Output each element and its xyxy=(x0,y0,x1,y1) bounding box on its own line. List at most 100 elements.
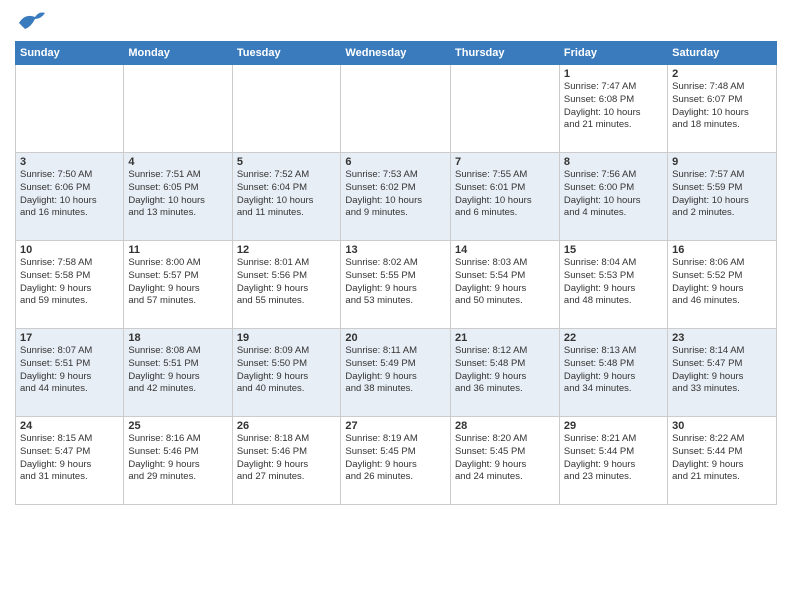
day-info: Sunrise: 8:13 AM Sunset: 5:48 PM Dayligh… xyxy=(564,345,663,396)
day-info: Sunrise: 8:20 AM Sunset: 5:45 PM Dayligh… xyxy=(455,433,555,484)
day-info: Sunrise: 7:48 AM Sunset: 6:07 PM Dayligh… xyxy=(672,81,772,132)
day-info: Sunrise: 8:15 AM Sunset: 5:47 PM Dayligh… xyxy=(20,433,119,484)
calendar-cell: 12Sunrise: 8:01 AM Sunset: 5:56 PM Dayli… xyxy=(232,241,341,329)
calendar-cell: 16Sunrise: 8:06 AM Sunset: 5:52 PM Dayli… xyxy=(668,241,777,329)
day-number: 9 xyxy=(672,156,772,168)
day-number: 22 xyxy=(564,332,663,344)
day-info: Sunrise: 8:09 AM Sunset: 5:50 PM Dayligh… xyxy=(237,345,337,396)
day-number: 26 xyxy=(237,420,337,432)
day-number: 12 xyxy=(237,244,337,256)
calendar-cell: 26Sunrise: 8:18 AM Sunset: 5:46 PM Dayli… xyxy=(232,417,341,505)
day-info: Sunrise: 7:55 AM Sunset: 6:01 PM Dayligh… xyxy=(455,169,555,220)
calendar-week-row: 3Sunrise: 7:50 AM Sunset: 6:06 PM Daylig… xyxy=(16,153,777,241)
weekday-header-wednesday: Wednesday xyxy=(341,42,451,65)
day-info: Sunrise: 8:01 AM Sunset: 5:56 PM Dayligh… xyxy=(237,257,337,308)
day-info: Sunrise: 8:00 AM Sunset: 5:57 PM Dayligh… xyxy=(128,257,227,308)
day-number: 7 xyxy=(455,156,555,168)
calendar-week-row: 17Sunrise: 8:07 AM Sunset: 5:51 PM Dayli… xyxy=(16,329,777,417)
weekday-header-saturday: Saturday xyxy=(668,42,777,65)
calendar-cell: 17Sunrise: 8:07 AM Sunset: 5:51 PM Dayli… xyxy=(16,329,124,417)
day-number: 25 xyxy=(128,420,227,432)
calendar-week-row: 10Sunrise: 7:58 AM Sunset: 5:58 PM Dayli… xyxy=(16,241,777,329)
day-number: 23 xyxy=(672,332,772,344)
calendar-cell: 5Sunrise: 7:52 AM Sunset: 6:04 PM Daylig… xyxy=(232,153,341,241)
calendar-cell: 4Sunrise: 7:51 AM Sunset: 6:05 PM Daylig… xyxy=(124,153,232,241)
day-number: 5 xyxy=(237,156,337,168)
day-number: 1 xyxy=(564,68,663,80)
day-number: 20 xyxy=(345,332,446,344)
day-number: 10 xyxy=(20,244,119,256)
day-number: 18 xyxy=(128,332,227,344)
calendar-cell: 24Sunrise: 8:15 AM Sunset: 5:47 PM Dayli… xyxy=(16,417,124,505)
calendar-cell: 15Sunrise: 8:04 AM Sunset: 5:53 PM Dayli… xyxy=(559,241,667,329)
calendar-cell xyxy=(451,65,560,153)
calendar-cell: 18Sunrise: 8:08 AM Sunset: 5:51 PM Dayli… xyxy=(124,329,232,417)
day-number: 28 xyxy=(455,420,555,432)
calendar-cell: 25Sunrise: 8:16 AM Sunset: 5:46 PM Dayli… xyxy=(124,417,232,505)
day-info: Sunrise: 7:50 AM Sunset: 6:06 PM Dayligh… xyxy=(20,169,119,220)
calendar-cell: 22Sunrise: 8:13 AM Sunset: 5:48 PM Dayli… xyxy=(559,329,667,417)
logo xyxy=(15,18,47,37)
calendar-cell: 13Sunrise: 8:02 AM Sunset: 5:55 PM Dayli… xyxy=(341,241,451,329)
day-number: 15 xyxy=(564,244,663,256)
weekday-header-monday: Monday xyxy=(124,42,232,65)
calendar-cell: 7Sunrise: 7:55 AM Sunset: 6:01 PM Daylig… xyxy=(451,153,560,241)
calendar-week-row: 1Sunrise: 7:47 AM Sunset: 6:08 PM Daylig… xyxy=(16,65,777,153)
day-info: Sunrise: 8:08 AM Sunset: 5:51 PM Dayligh… xyxy=(128,345,227,396)
day-info: Sunrise: 7:51 AM Sunset: 6:05 PM Dayligh… xyxy=(128,169,227,220)
day-info: Sunrise: 8:19 AM Sunset: 5:45 PM Dayligh… xyxy=(345,433,446,484)
weekday-header-tuesday: Tuesday xyxy=(232,42,341,65)
day-info: Sunrise: 8:02 AM Sunset: 5:55 PM Dayligh… xyxy=(345,257,446,308)
day-info: Sunrise: 8:16 AM Sunset: 5:46 PM Dayligh… xyxy=(128,433,227,484)
header xyxy=(15,10,777,37)
day-info: Sunrise: 8:03 AM Sunset: 5:54 PM Dayligh… xyxy=(455,257,555,308)
day-info: Sunrise: 7:58 AM Sunset: 5:58 PM Dayligh… xyxy=(20,257,119,308)
calendar-cell: 9Sunrise: 7:57 AM Sunset: 5:59 PM Daylig… xyxy=(668,153,777,241)
day-info: Sunrise: 7:57 AM Sunset: 5:59 PM Dayligh… xyxy=(672,169,772,220)
day-info: Sunrise: 8:22 AM Sunset: 5:44 PM Dayligh… xyxy=(672,433,772,484)
calendar-cell: 29Sunrise: 8:21 AM Sunset: 5:44 PM Dayli… xyxy=(559,417,667,505)
day-number: 30 xyxy=(672,420,772,432)
calendar-cell: 10Sunrise: 7:58 AM Sunset: 5:58 PM Dayli… xyxy=(16,241,124,329)
day-number: 2 xyxy=(672,68,772,80)
logo-bird-icon xyxy=(17,9,47,37)
weekday-header-row: SundayMondayTuesdayWednesdayThursdayFrid… xyxy=(16,42,777,65)
calendar-cell xyxy=(16,65,124,153)
day-info: Sunrise: 7:47 AM Sunset: 6:08 PM Dayligh… xyxy=(564,81,663,132)
day-number: 6 xyxy=(345,156,446,168)
calendar-cell: 1Sunrise: 7:47 AM Sunset: 6:08 PM Daylig… xyxy=(559,65,667,153)
day-info: Sunrise: 7:52 AM Sunset: 6:04 PM Dayligh… xyxy=(237,169,337,220)
weekday-header-friday: Friday xyxy=(559,42,667,65)
calendar-table: SundayMondayTuesdayWednesdayThursdayFrid… xyxy=(15,41,777,505)
day-info: Sunrise: 8:12 AM Sunset: 5:48 PM Dayligh… xyxy=(455,345,555,396)
day-number: 27 xyxy=(345,420,446,432)
calendar-cell: 3Sunrise: 7:50 AM Sunset: 6:06 PM Daylig… xyxy=(16,153,124,241)
day-number: 3 xyxy=(20,156,119,168)
day-info: Sunrise: 7:56 AM Sunset: 6:00 PM Dayligh… xyxy=(564,169,663,220)
calendar-cell: 23Sunrise: 8:14 AM Sunset: 5:47 PM Dayli… xyxy=(668,329,777,417)
calendar-cell: 28Sunrise: 8:20 AM Sunset: 5:45 PM Dayli… xyxy=(451,417,560,505)
day-number: 14 xyxy=(455,244,555,256)
calendar-cell: 19Sunrise: 8:09 AM Sunset: 5:50 PM Dayli… xyxy=(232,329,341,417)
calendar-cell: 21Sunrise: 8:12 AM Sunset: 5:48 PM Dayli… xyxy=(451,329,560,417)
calendar-cell: 6Sunrise: 7:53 AM Sunset: 6:02 PM Daylig… xyxy=(341,153,451,241)
day-number: 21 xyxy=(455,332,555,344)
day-number: 11 xyxy=(128,244,227,256)
day-info: Sunrise: 8:11 AM Sunset: 5:49 PM Dayligh… xyxy=(345,345,446,396)
weekday-header-thursday: Thursday xyxy=(451,42,560,65)
calendar-cell: 20Sunrise: 8:11 AM Sunset: 5:49 PM Dayli… xyxy=(341,329,451,417)
day-number: 13 xyxy=(345,244,446,256)
calendar-cell: 30Sunrise: 8:22 AM Sunset: 5:44 PM Dayli… xyxy=(668,417,777,505)
calendar-cell: 11Sunrise: 8:00 AM Sunset: 5:57 PM Dayli… xyxy=(124,241,232,329)
day-info: Sunrise: 8:21 AM Sunset: 5:44 PM Dayligh… xyxy=(564,433,663,484)
calendar-cell: 27Sunrise: 8:19 AM Sunset: 5:45 PM Dayli… xyxy=(341,417,451,505)
calendar-cell xyxy=(232,65,341,153)
day-info: Sunrise: 8:06 AM Sunset: 5:52 PM Dayligh… xyxy=(672,257,772,308)
calendar-cell xyxy=(124,65,232,153)
day-number: 19 xyxy=(237,332,337,344)
day-number: 16 xyxy=(672,244,772,256)
day-number: 24 xyxy=(20,420,119,432)
calendar-cell xyxy=(341,65,451,153)
day-number: 29 xyxy=(564,420,663,432)
calendar-cell: 8Sunrise: 7:56 AM Sunset: 6:00 PM Daylig… xyxy=(559,153,667,241)
